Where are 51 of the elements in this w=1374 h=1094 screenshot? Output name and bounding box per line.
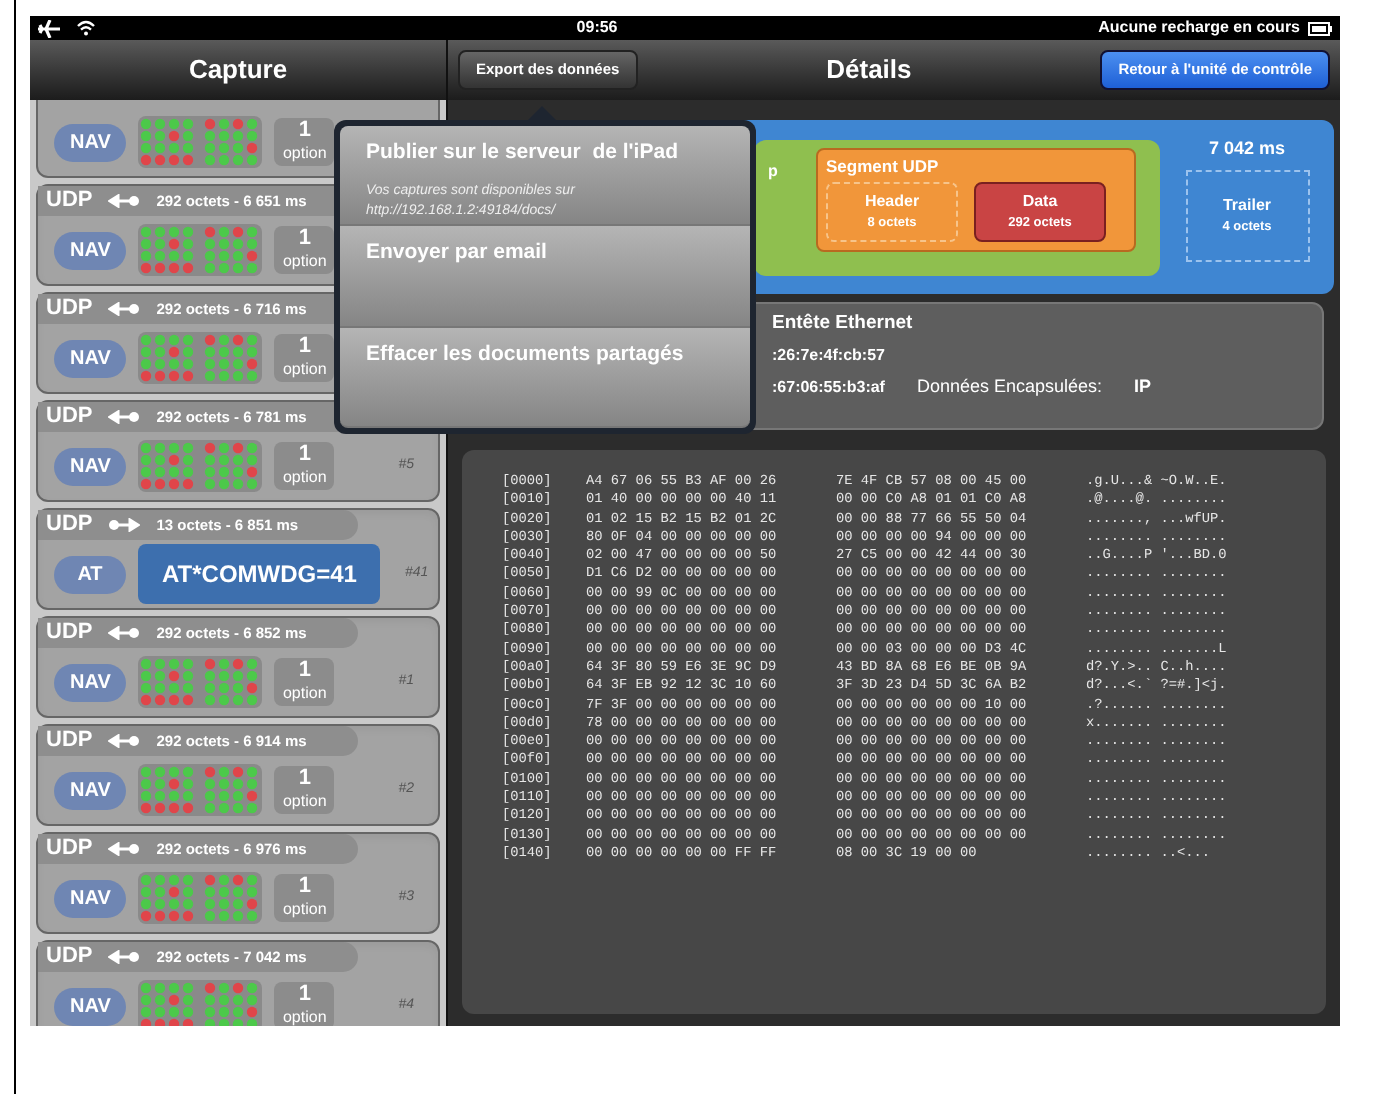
wifi-icon [76, 20, 96, 36]
battery-icon [1308, 21, 1332, 35]
status-dots-icon [138, 440, 263, 492]
packet-type-tag: NAV [54, 339, 127, 377]
option-count: 1 option [274, 766, 335, 814]
ethernet-title: Entête Ethernet [772, 310, 915, 338]
clock-text: 09:56 [576, 16, 618, 40]
packet-type-tag: NAV [54, 771, 127, 809]
protocol-label: UDP [46, 186, 93, 217]
option-count: 1 option [274, 226, 335, 274]
packet-label: p [768, 159, 778, 183]
protocol-label: UDP [46, 618, 93, 649]
status-dots-icon [138, 116, 263, 168]
packet-type-tag: NAV [54, 447, 127, 485]
segment-title: Segment UDP [826, 153, 941, 179]
source-address: :67:06:55:b3:af [772, 376, 885, 400]
option-count: 1 option [274, 982, 335, 1026]
status-dots-icon [138, 980, 263, 1026]
protocol-label: UDP [46, 726, 93, 757]
packet-type-tag: NAV [54, 123, 127, 161]
option-count: 1 option [274, 874, 335, 922]
encapsulated-label: Données Encapsulées: [916, 374, 1103, 401]
protocol-label: UDP [46, 402, 93, 433]
frame-time: 7 042 ms [1208, 135, 1286, 161]
status-dots-icon [138, 872, 263, 924]
option-count: 1 option [274, 334, 335, 382]
status-dots-icon [138, 764, 263, 816]
protocol-label: UDP [46, 942, 93, 973]
menu-item[interactable]: Envoyer par email [340, 226, 750, 328]
status-dots-icon [138, 656, 263, 708]
airplane-icon [38, 19, 60, 37]
charging-text: Aucune recharge en cours [1098, 16, 1300, 40]
packet-type-tag: NAV [54, 663, 127, 701]
protocol-label: UDP [46, 834, 93, 865]
option-count: 1 option [274, 118, 335, 166]
destination-address: :26:7e:4f:cb:57 [772, 344, 887, 369]
capture-title: Capture [188, 52, 288, 89]
menu-item[interactable]: Effacer les documents partagés [340, 327, 750, 428]
encapsulated-value: IP [1134, 374, 1152, 401]
command-text: AT*COMWDG=41 [138, 544, 381, 604]
packet-type-tag: NAV [54, 231, 127, 269]
status-dots-icon [138, 224, 263, 276]
details-title: Détails [826, 52, 912, 89]
packet-type-tag: NAV [54, 987, 127, 1025]
option-count: 1 option [274, 658, 335, 706]
protocol-label: UDP [46, 294, 93, 325]
packet-type-tag: NAV [54, 879, 127, 917]
protocol-label: UDP [46, 510, 93, 541]
option-count: 1 option [274, 442, 335, 490]
packet-type-tag: AT [54, 555, 126, 593]
status-dots-icon [138, 332, 263, 384]
